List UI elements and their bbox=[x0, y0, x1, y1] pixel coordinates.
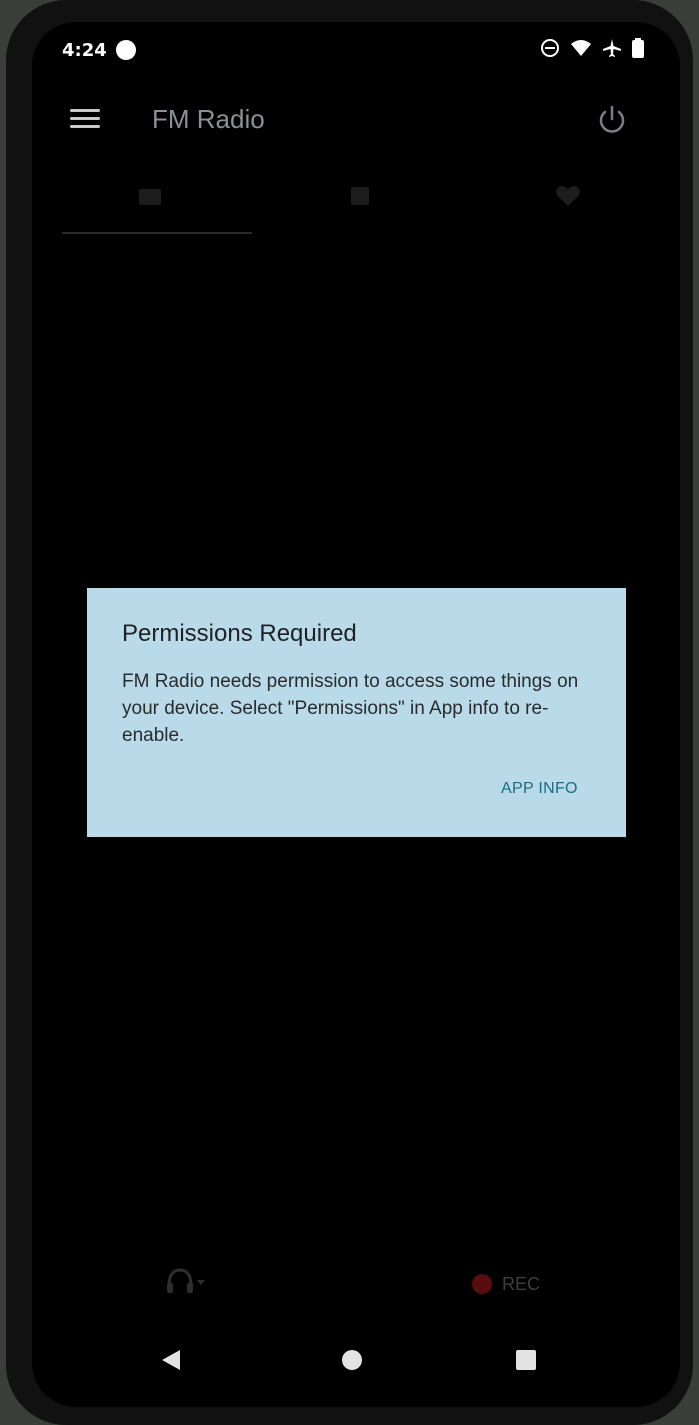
app-info-button[interactable]: APP INFO bbox=[495, 776, 584, 802]
recents-icon[interactable] bbox=[516, 1350, 536, 1370]
phone-frame: 4:24 FM Radio Permissions Required FM Ra… bbox=[6, 0, 693, 1425]
dialog-title: Permissions Required bbox=[122, 620, 357, 647]
back-icon[interactable] bbox=[160, 1349, 182, 1375]
record-icon[interactable] bbox=[472, 1274, 492, 1294]
radio-tab-icon[interactable] bbox=[136, 182, 164, 210]
record-label[interactable]: REC bbox=[502, 1274, 540, 1295]
notification-app-icon bbox=[116, 40, 136, 60]
home-icon[interactable] bbox=[342, 1350, 362, 1370]
status-bar: 4:24 bbox=[32, 22, 680, 82]
status-time: 4:24 bbox=[62, 40, 107, 61]
favorites-tab-icon[interactable] bbox=[554, 182, 582, 210]
tab-indicator bbox=[62, 232, 252, 234]
menu-icon[interactable] bbox=[70, 104, 100, 134]
screen: 4:24 FM Radio Permissions Required FM Ra… bbox=[32, 22, 680, 1407]
power-icon[interactable] bbox=[594, 102, 630, 138]
wifi-icon bbox=[570, 38, 592, 63]
dnd-icon bbox=[540, 38, 560, 63]
app-title: FM Radio bbox=[152, 104, 265, 134]
permissions-dialog: Permissions Required FM Radio needs perm… bbox=[87, 588, 626, 837]
dialog-message: FM Radio needs permission to access some… bbox=[122, 671, 579, 746]
airplane-icon bbox=[602, 38, 622, 63]
stations-tab-icon[interactable] bbox=[346, 182, 374, 210]
battery-icon bbox=[632, 38, 644, 63]
headphone-icon[interactable] bbox=[166, 1266, 206, 1296]
